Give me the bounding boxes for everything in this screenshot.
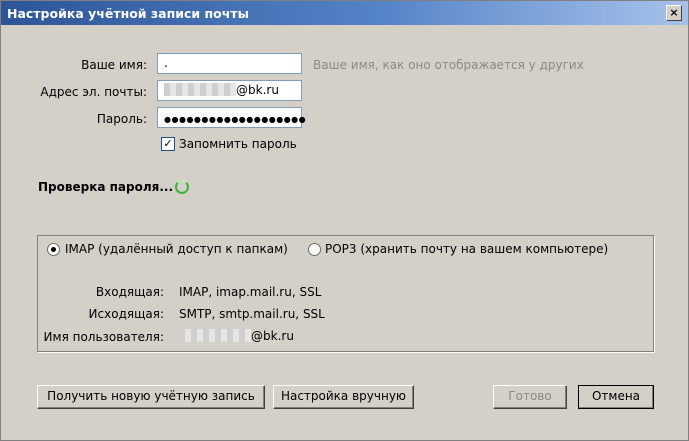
username-suffix: @bk.ru: [251, 329, 294, 343]
window-title: Настройка учётной записи почты: [7, 6, 249, 21]
password-input[interactable]: ●●●●●●●●●●●●●●●●●●●: [157, 107, 306, 128]
name-input[interactable]: .: [157, 53, 302, 74]
name-hint: Ваше имя, как оно отображается у других: [313, 58, 584, 72]
email-input[interactable]: @bk.ru: [157, 80, 302, 101]
password-label: Пароль:: [96, 112, 147, 126]
done-button[interactable]: Готово: [493, 385, 567, 409]
outgoing-value: SMTP, smtp.mail.ru, SSL: [179, 307, 325, 321]
redacted-username: [179, 329, 251, 342]
server-settings-group: IMAP (удалённый доступ к папкам) POP3 (х…: [37, 235, 654, 352]
username-value: @bk.ru: [179, 329, 294, 343]
incoming-value: IMAP, imap.mail.ru, SSL: [179, 285, 322, 299]
title-bar[interactable]: Настройка учётной записи почты ×: [1, 1, 688, 25]
outgoing-label: Исходящая:: [88, 307, 164, 321]
username-label: Имя пользователя:: [43, 330, 164, 344]
name-label: Ваше имя:: [81, 58, 147, 72]
get-new-account-button[interactable]: Получить новую учётную запись: [37, 385, 265, 409]
imap-label[interactable]: IMAP (удалённый доступ к папкам): [65, 242, 288, 256]
redacted-email-local: [164, 83, 236, 96]
email-suffix: @bk.ru: [236, 83, 279, 97]
password-mask: ●●●●●●●●●●●●●●●●●●●: [164, 115, 307, 124]
close-icon[interactable]: ×: [666, 5, 682, 21]
manual-config-button[interactable]: Настройка вручную: [273, 385, 414, 409]
email-label: Адрес эл. почты:: [40, 85, 147, 99]
remember-password-label[interactable]: Запомнить пароль: [179, 137, 297, 151]
imap-radio[interactable]: [47, 243, 60, 256]
pop3-radio[interactable]: [308, 243, 321, 256]
cancel-button[interactable]: Отмена: [578, 385, 654, 409]
pop3-label[interactable]: POP3 (хранить почту на вашем компьютере): [325, 242, 608, 256]
loading-spinner-icon: [175, 180, 189, 194]
incoming-label: Входящая:: [95, 285, 164, 299]
status-text: Проверка пароля...: [38, 180, 174, 194]
name-value: .: [164, 56, 168, 70]
account-setup-dialog: Настройка учётной записи почты × Ваше им…: [0, 0, 689, 441]
remember-password-checkbox[interactable]: ✓: [161, 137, 175, 151]
